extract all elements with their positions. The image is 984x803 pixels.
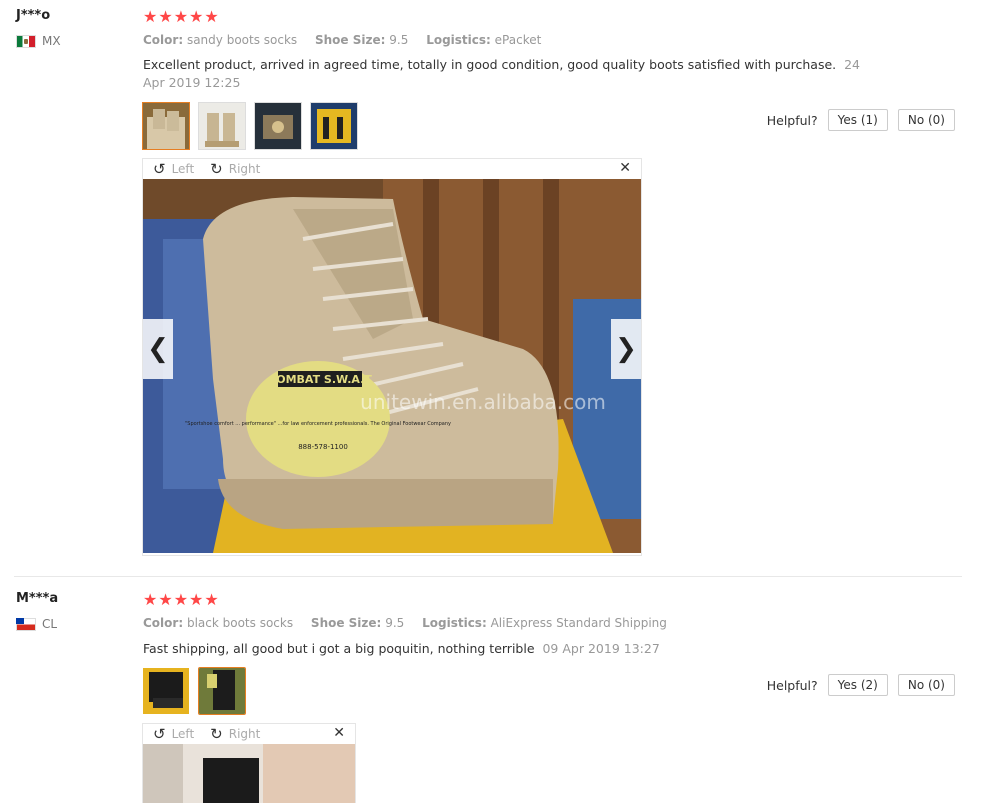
chevron-left-icon: ❮	[147, 334, 169, 364]
reviewer-country: CL	[16, 617, 57, 631]
chile-flag-icon	[16, 617, 36, 631]
review-attributes: Color: black boots socks Shoe Size: 9.5 …	[143, 616, 667, 630]
viewer-toolbar: ↺ Left ↻ Right ✕	[143, 724, 355, 744]
photo-tag-phone: 888-578-1100	[298, 443, 348, 451]
review-thumbnails	[142, 102, 358, 150]
review-thumbnails	[142, 667, 246, 715]
review-attributes: Color: sandy boots socks Shoe Size: 9.5 …	[143, 33, 541, 47]
close-icon[interactable]: ✕	[619, 160, 631, 176]
reviewer-name: M***a	[16, 591, 59, 606]
active-thumbnail-pointer	[217, 714, 227, 715]
active-thumbnail-pointer	[161, 149, 171, 150]
review-body: Fast shipping, all good but i got a big …	[143, 641, 535, 656]
review-divider	[14, 576, 962, 577]
photo-watermark: unitewin.en.alibaba.com	[360, 390, 606, 414]
country-code: CL	[42, 617, 58, 631]
shoe-size-value: 9.5	[389, 33, 409, 47]
reviewer-name: J***o	[16, 8, 51, 23]
photo-tag-brand: COMBAT S.W.A.T	[268, 373, 372, 386]
shoe-size-label: Shoe Size:	[310, 616, 382, 630]
helpful-no-button[interactable]: No (0)	[897, 674, 955, 696]
helpful-label: Helpful?	[766, 677, 818, 693]
logistics-label: Logistics:	[422, 616, 487, 630]
rotate-left-icon[interactable]: ↺	[153, 725, 166, 743]
review-photo	[143, 744, 355, 803]
boot-photo-image: COMBAT S.W.A.T "Sportshoe comfort ... pe…	[143, 179, 641, 553]
next-image-button[interactable]: ❯	[611, 319, 641, 379]
mexico-flag-icon	[16, 34, 36, 48]
image-viewer: ↺ Left ↻ Right ✕	[142, 158, 642, 556]
helpful-no-button[interactable]: No (0)	[897, 109, 955, 131]
reviewer-country: MX	[16, 34, 61, 48]
color-value: black boots socks	[186, 616, 294, 630]
helpful-yes-button[interactable]: Yes (2)	[827, 674, 888, 696]
review-photo: COMBAT S.W.A.T "Sportshoe comfort ... pe…	[143, 179, 641, 553]
star-rating: ★★★★★	[143, 590, 220, 609]
logistics-label: Logistics:	[426, 33, 491, 47]
rotate-right-icon[interactable]: ↻	[210, 725, 223, 743]
image-viewer: ↺ Left ↻ Right ✕	[142, 723, 356, 803]
review-body: Excellent product, arrived in agreed tim…	[143, 57, 837, 72]
review-item: M***a CL ★★★★★ Color: black boots socks …	[0, 583, 984, 803]
viewer-toolbar: ↺ Left ↻ Right ✕	[143, 159, 641, 179]
close-icon[interactable]: ✕	[333, 725, 345, 741]
shoe-size-value: 9.5	[385, 616, 405, 630]
review-thumbnail[interactable]	[254, 102, 302, 150]
rotate-right-label[interactable]: Right	[229, 162, 261, 176]
chevron-right-icon: ❯	[615, 334, 637, 364]
review-thumbnail[interactable]	[310, 102, 358, 150]
logistics-value: ePacket	[494, 33, 542, 47]
country-code: MX	[42, 34, 61, 48]
star-rating: ★★★★★	[143, 7, 220, 26]
boot-photo-image	[143, 744, 355, 803]
helpful-vote: Helpful? Yes (1) No (0)	[767, 109, 955, 131]
shoe-size-label: Shoe Size:	[315, 33, 386, 47]
review-text: Excellent product, arrived in agreed tim…	[143, 56, 863, 92]
review-item: J***o MX ★★★★★ Color: sandy boots socks …	[0, 0, 984, 575]
review-thumbnail[interactable]	[142, 102, 190, 150]
photo-tag-text: "Sportshoe comfort ... performance" ...f…	[185, 421, 451, 427]
review-text: Fast shipping, all good but i got a big …	[143, 640, 863, 658]
helpful-vote: Helpful? Yes (2) No (0)	[767, 674, 955, 696]
rotate-right-label[interactable]: Right	[229, 727, 261, 741]
helpful-label: Helpful?	[766, 112, 818, 128]
rotate-left-icon[interactable]: ↺	[153, 160, 166, 178]
rotate-right-icon[interactable]: ↻	[210, 160, 223, 178]
review-thumbnail[interactable]	[198, 102, 246, 150]
review-date: 09 Apr 2019 13:27	[542, 641, 660, 656]
color-label: Color:	[143, 33, 184, 47]
rotate-left-label[interactable]: Left	[172, 162, 195, 176]
logistics-value: AliExpress Standard Shipping	[490, 616, 667, 630]
review-thumbnail[interactable]	[198, 667, 246, 715]
rotate-left-label[interactable]: Left	[172, 727, 195, 741]
helpful-yes-button[interactable]: Yes (1)	[827, 109, 888, 131]
previous-image-button[interactable]: ❮	[143, 319, 173, 379]
color-label: Color:	[143, 616, 184, 630]
review-thumbnail[interactable]	[142, 667, 190, 715]
color-value: sandy boots socks	[186, 33, 298, 47]
